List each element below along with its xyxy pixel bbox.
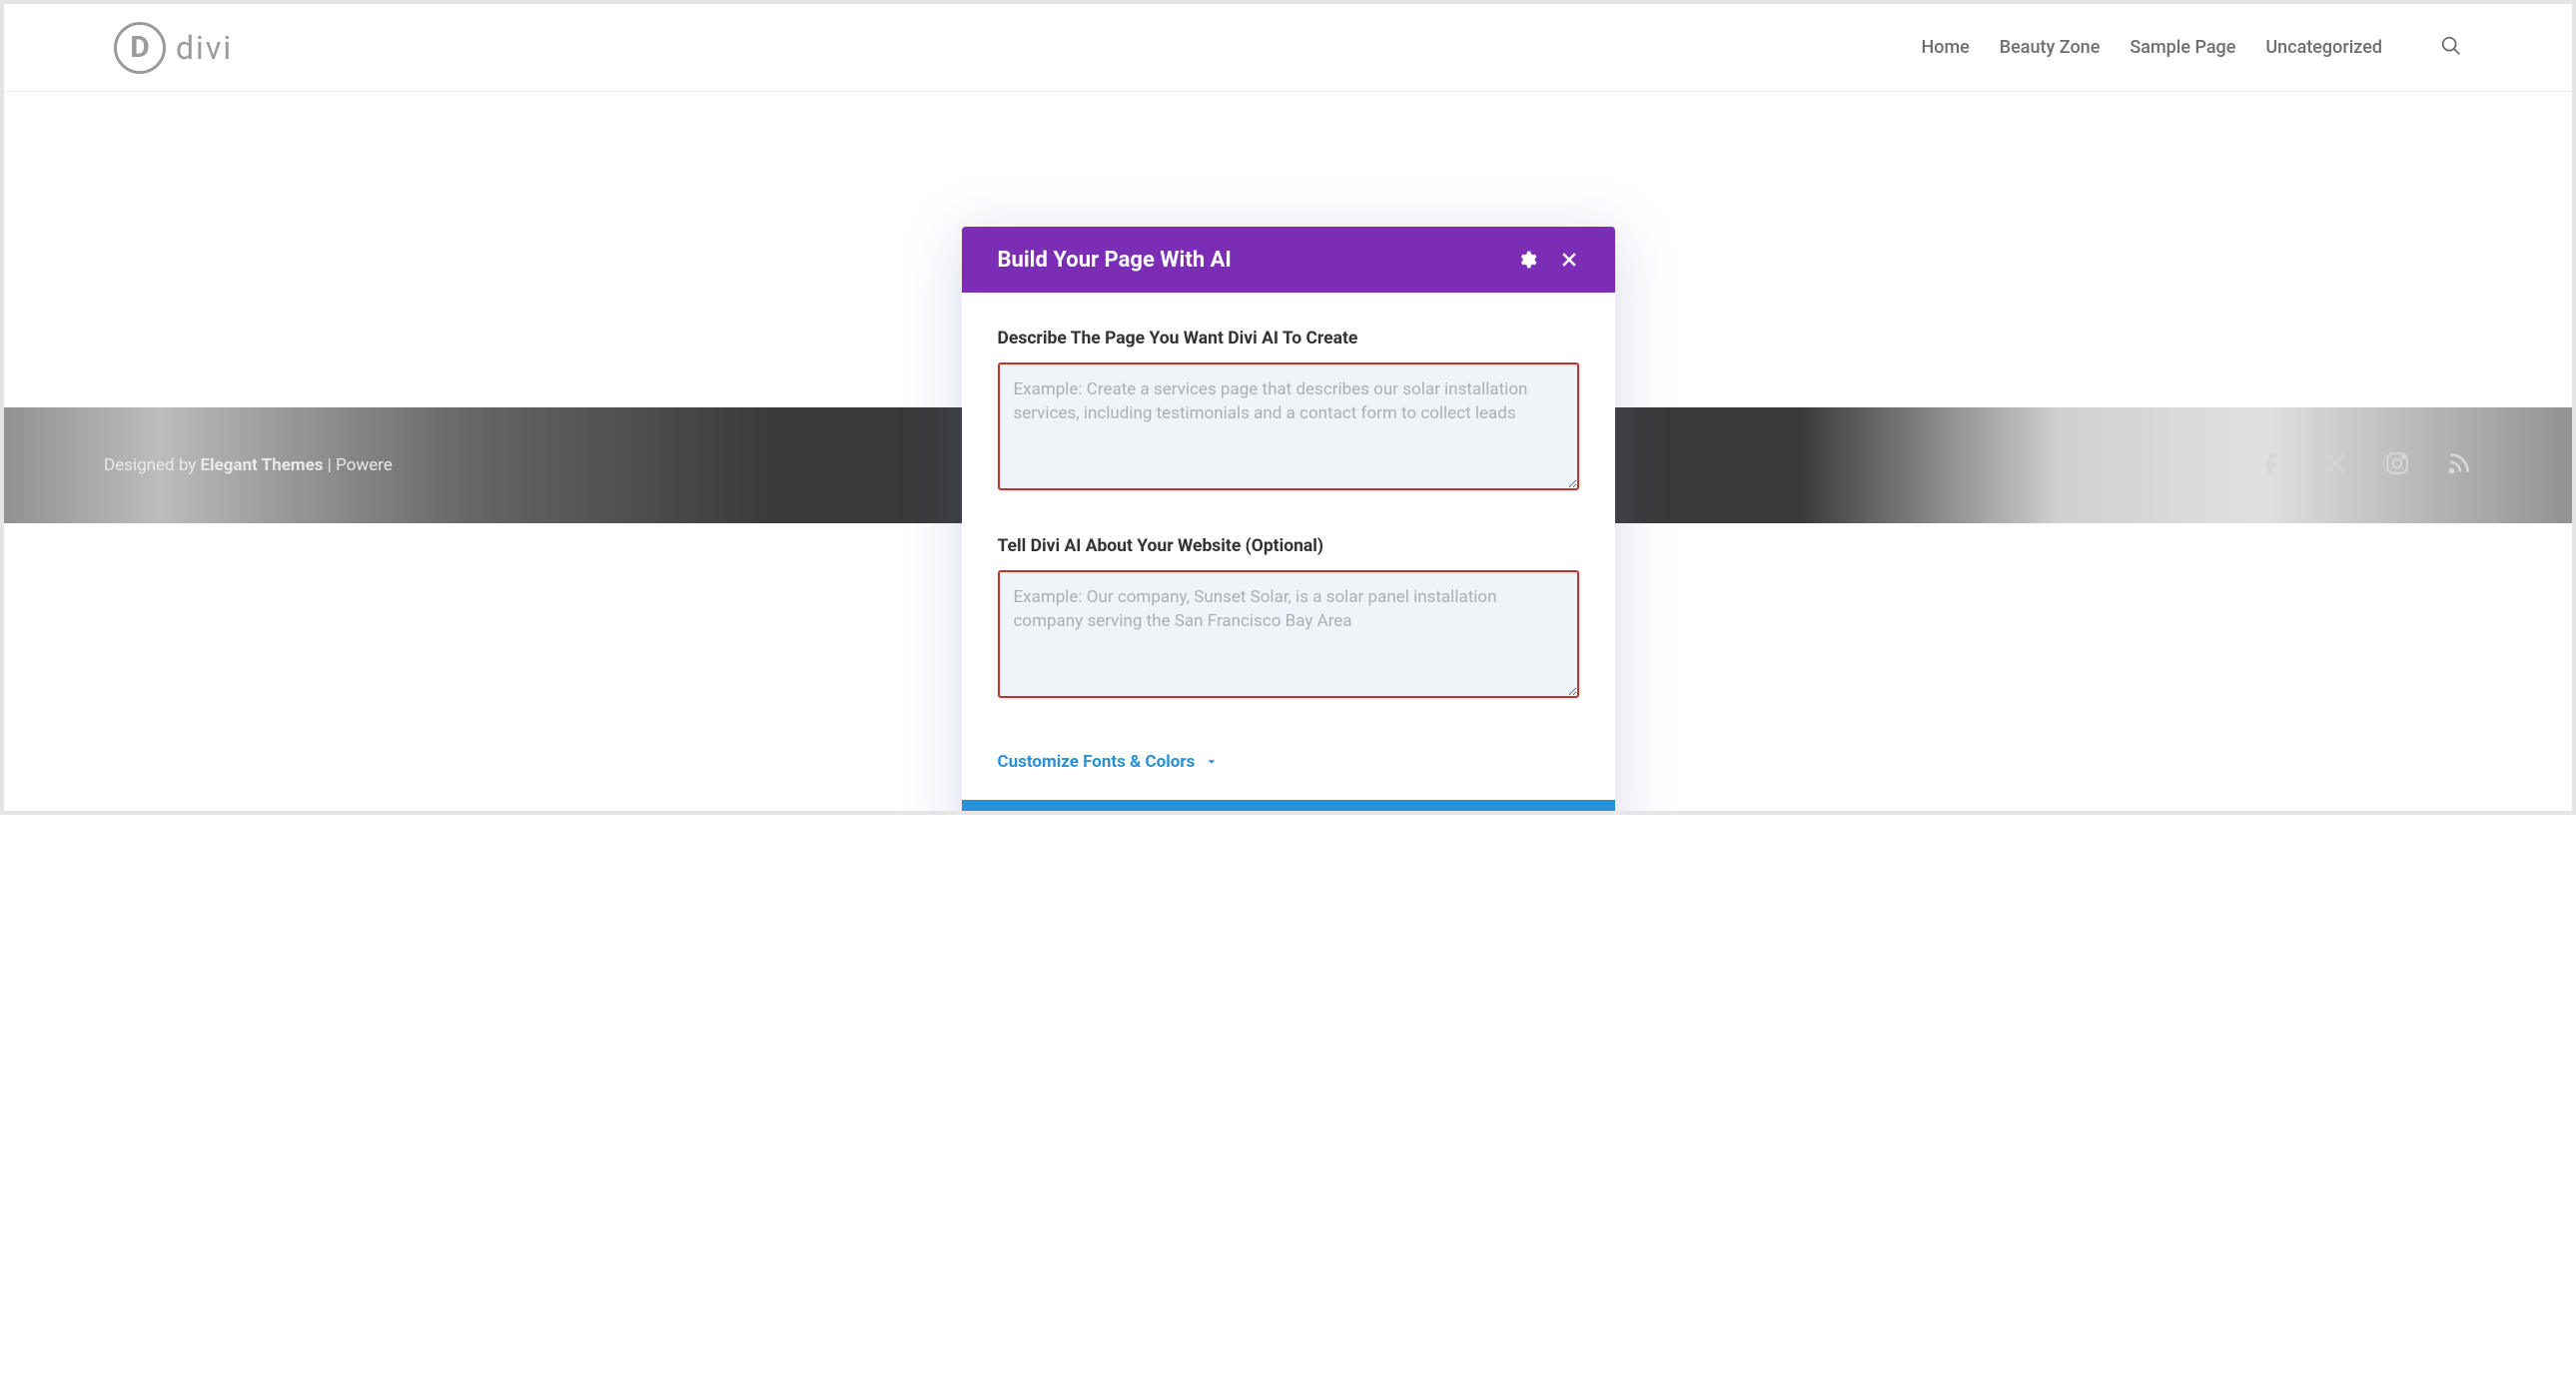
footer-designed-name[interactable]: Elegant Themes: [201, 455, 324, 475]
page-area: Designed by Elegant Themes | Powere Buil…: [4, 92, 2572, 811]
close-icon[interactable]: [1559, 250, 1579, 270]
nav-uncategorized[interactable]: Uncategorized: [2265, 37, 2382, 58]
describe-textarea[interactable]: [998, 362, 1579, 490]
footer-sep: |: [324, 455, 337, 475]
gear-icon[interactable]: [1517, 250, 1537, 270]
logo-mark: D: [114, 22, 166, 74]
nav-sample-page[interactable]: Sample Page: [2130, 37, 2235, 58]
instagram-icon[interactable]: [2384, 450, 2410, 480]
nav-beauty-zone[interactable]: Beauty Zone: [2000, 37, 2101, 58]
about-label: Tell Divi AI About Your Website (Optiona…: [998, 536, 1579, 556]
describe-label: Describe The Page You Want Divi AI To Cr…: [998, 329, 1579, 348]
customize-toggle[interactable]: Customize Fonts & Colors: [998, 752, 1579, 772]
search-icon[interactable]: [2440, 35, 2462, 61]
facebook-icon[interactable]: [2260, 450, 2286, 480]
customize-label: Customize Fonts & Colors: [998, 752, 1196, 772]
rss-icon[interactable]: [2446, 450, 2472, 480]
modal-title: Build Your Page With AI: [998, 248, 1232, 273]
top-navigation: D divi Home Beauty Zone Sample Page Unca…: [4, 4, 2572, 92]
logo-text: divi: [176, 29, 233, 67]
footer-powered: Powere: [336, 455, 393, 475]
chevron-down-icon: [1205, 755, 1219, 769]
nav-home[interactable]: Home: [1921, 37, 1969, 58]
footer-credit: Designed by Elegant Themes | Powere: [104, 455, 393, 475]
x-icon[interactable]: [2322, 450, 2348, 480]
footer-social: [2260, 450, 2472, 480]
footer-designed-prefix: Designed by: [104, 455, 201, 475]
modal-header: Build Your Page With AI: [962, 227, 1615, 293]
ai-modal: Build Your Page With AI Describe The Pag…: [962, 227, 1615, 811]
about-textarea[interactable]: [998, 570, 1579, 698]
logo[interactable]: D divi: [114, 22, 233, 74]
modal-body: Describe The Page You Want Divi AI To Cr…: [962, 293, 1615, 772]
generate-layout-button[interactable]: Generate Layout: [962, 800, 1615, 811]
nav-links: Home Beauty Zone Sample Page Uncategoriz…: [1921, 35, 2462, 61]
